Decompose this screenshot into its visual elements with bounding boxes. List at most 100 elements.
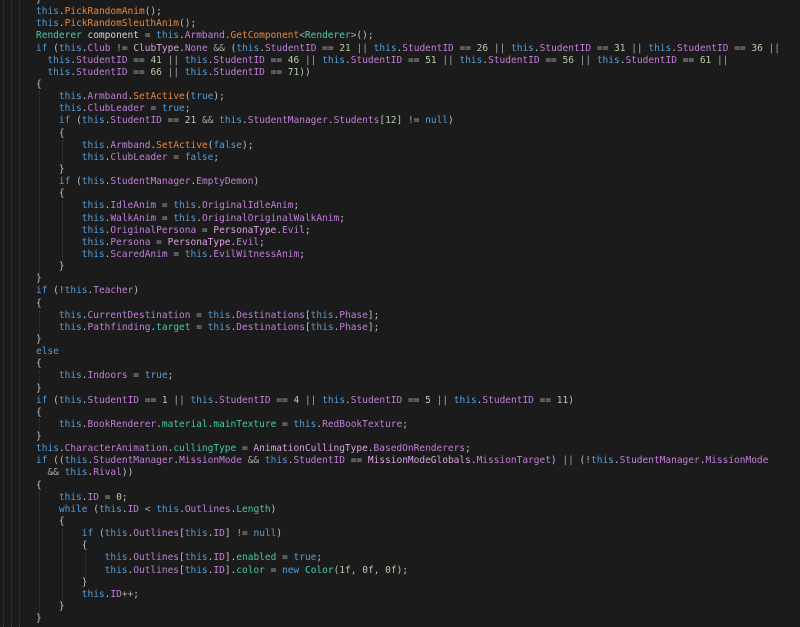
code-line: else (36, 346, 800, 358)
code-token-keyword: this (265, 455, 288, 466)
code-token-field: IdleAnim (110, 200, 156, 211)
code-text-area[interactable]: } this.PickRandomAnim();this.PickRandomSl… (0, 0, 800, 625)
code-token-keyword: this (82, 176, 105, 187)
code-line: { (36, 516, 800, 528)
code-token-punctuation: ) (253, 176, 259, 187)
code-token-operator: && (242, 455, 265, 466)
code-token-punctuation (36, 419, 59, 430)
code-token-keyword: this (59, 370, 82, 381)
code-token-keyword: if (82, 528, 93, 539)
code-token-keyword: this (47, 67, 70, 78)
code-token-field: Destinations (236, 322, 305, 333)
code-line: if (this.StudentManager.EmptyDemon) (36, 176, 800, 188)
code-token-punctuation: ( (93, 528, 104, 539)
code-token-punctuation (36, 467, 47, 478)
code-token-punctuation: ; (122, 492, 128, 503)
code-token-punctuation: (( (47, 455, 64, 466)
code-token-operator: == (265, 67, 288, 78)
code-line: this.ID = 0; (36, 492, 800, 504)
code-line: } (36, 613, 800, 625)
code-token-field: ClubLeader (110, 152, 167, 163)
code-token-number: 31 (614, 43, 625, 54)
code-token-keyword: this (105, 552, 128, 563)
code-token-number: 61 (700, 55, 711, 66)
code-token-field: ID (88, 492, 99, 503)
code-token-punctuation: (); (145, 6, 162, 17)
code-token-operator: == (162, 115, 185, 126)
code-token-property: enabled (236, 552, 276, 563)
code-token-field: Evil (282, 225, 305, 236)
code-token-field: ID (213, 552, 224, 563)
code-token-field: StudentID (294, 455, 345, 466)
code-token-punctuation: } (36, 431, 42, 442)
code-line: && this.Rival)) (36, 467, 800, 479)
code-token-field: StudentManager (620, 455, 700, 466)
code-line: this.PickRandomAnim(); (36, 6, 800, 18)
code-token-keyword: this (648, 43, 671, 54)
code-editor-viewport[interactable]: } this.PickRandomAnim();this.PickRandomSl… (0, 0, 800, 627)
code-line: { (36, 480, 800, 492)
code-line: { (36, 298, 800, 310)
code-token-punctuation: ]; (368, 322, 379, 333)
code-line: this.PickRandomSleuthAnim(); (36, 18, 800, 30)
code-token-field: Pathfinding (88, 322, 151, 333)
code-token-field: Teacher (93, 285, 133, 296)
code-line: if ((this.StudentManager.MissionMode && … (36, 455, 800, 467)
code-token-keyword: if (59, 115, 70, 126)
code-token-field: RedBookTexture (322, 419, 402, 430)
code-token-operator: == (316, 43, 339, 54)
code-token-keyword: this (156, 30, 179, 41)
code-token-operator: || (625, 43, 648, 54)
code-token-operator: || (351, 43, 374, 54)
code-token-operator: || (431, 395, 454, 406)
code-token-punctuation (36, 492, 59, 503)
code-line: if (!this.Teacher) (36, 285, 800, 297)
code-token-field: StudentManager (110, 176, 190, 187)
code-token-operator: != (110, 43, 133, 54)
code-token-punctuation: } (36, 613, 42, 624)
code-token-punctuation: } (36, 577, 87, 588)
code-token-keyword: true (162, 103, 185, 114)
code-token-punctuation: ; (299, 249, 305, 260)
code-token-field: StudentManager (93, 455, 173, 466)
code-token-punctuation (36, 200, 82, 211)
code-token-operator: = (150, 237, 167, 248)
code-token-keyword: this (185, 552, 208, 563)
code-token-field: BookRenderer (88, 419, 157, 430)
code-token-number: 1f (339, 565, 350, 576)
code-token-punctuation: ; (259, 237, 265, 248)
code-token-punctuation (36, 152, 82, 163)
code-token-punctuation (36, 565, 105, 576)
code-token-punctuation: ( (47, 285, 58, 296)
code-token-keyword: this (208, 310, 231, 321)
code-token-property: target (156, 322, 190, 333)
code-token-punctuation: { (36, 407, 42, 418)
code-token-operator: = (190, 310, 207, 321)
code-token-punctuation: ]. (225, 552, 236, 563)
code-token-property: material (162, 419, 208, 430)
code-token-field: Outlines (185, 504, 231, 515)
code-token-field: Outlines (133, 565, 179, 576)
code-token-field: StudentID (540, 43, 591, 54)
code-line: } (36, 383, 800, 395)
code-token-type: Color (305, 565, 334, 576)
code-token-number: 26 (477, 43, 488, 54)
code-token-punctuation (36, 310, 59, 321)
code-token-enum-or-static-type: AnimationCullingType (253, 443, 367, 454)
code-token-field: StudentID (402, 43, 453, 54)
code-token-field: StudentID (625, 55, 676, 66)
code-token-punctuation: )) (122, 467, 133, 478)
code-token-field: WalkAnim (110, 213, 156, 224)
code-line: this.BookRenderer.material.mainTexture =… (36, 419, 800, 431)
code-token-operator: == (271, 395, 294, 406)
code-token-operator: == (402, 395, 425, 406)
code-token-number: 11 (557, 395, 568, 406)
code-token-keyword: if (36, 395, 47, 406)
code-token-keyword: this (219, 115, 242, 126)
code-line: } (36, 273, 800, 285)
code-line: this.Outlines[this.ID].color = new Color… (36, 565, 800, 577)
code-token-keyword: this (82, 152, 105, 163)
code-token-number: 51 (425, 55, 436, 66)
code-token-operator: || (763, 43, 780, 54)
code-token-field: MissionTarget (477, 455, 551, 466)
